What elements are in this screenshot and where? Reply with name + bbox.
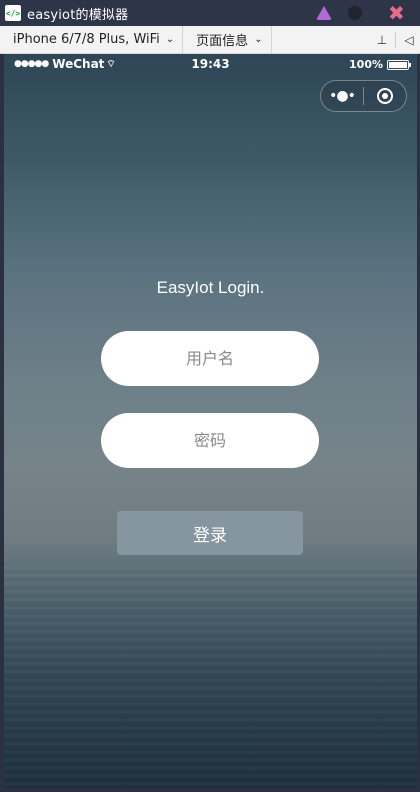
window-title-bar: </> easyiot的模拟器 ✖: [0, 0, 420, 26]
close-icon[interactable]: ✖: [388, 1, 405, 25]
window-title: easyiot的模拟器: [27, 7, 129, 23]
device-select-label: iPhone 6/7/8 Plus, WiFi: [13, 32, 160, 47]
device-select[interactable]: iPhone 6/7/8 Plus, WiFi ⌄: [0, 25, 184, 54]
status-bar-right: 100%: [349, 58, 411, 71]
battery-fill: [389, 61, 407, 68]
triangle-icon[interactable]: [316, 6, 332, 20]
window-bottom-border: [0, 788, 420, 792]
battery-percent: 100%: [349, 58, 383, 71]
status-bar: ●●●●● WeChat ⌔ 19:43 100%: [4, 54, 417, 76]
page-info-label: 页面信息: [196, 34, 249, 49]
toolbar-icons: ⊥ ◁: [371, 26, 420, 54]
target-dot: [382, 93, 388, 99]
more-dots-icon[interactable]: •●•: [321, 81, 363, 111]
page-info-select[interactable]: 页面信息 ⌄: [183, 25, 272, 54]
miniprogram-capsule: •●•: [320, 80, 407, 112]
capsule-close-button[interactable]: [364, 81, 406, 111]
battery-icon: [387, 59, 411, 70]
app-code-icon: </>: [5, 5, 21, 21]
minimize-dot-icon[interactable]: [348, 6, 362, 20]
pin-icon[interactable]: ⊥: [371, 26, 393, 54]
speaker-icon[interactable]: ◁: [398, 26, 420, 54]
target-icon: [377, 88, 393, 104]
chevron-down-icon: ⌄: [254, 34, 263, 45]
login-title: EasyIot Login.: [156, 278, 265, 297]
phone-screen: ●●●●● WeChat ⌔ 19:43 100% •●• EasyIot Lo…: [4, 54, 417, 788]
simulator-toolbar: iPhone 6/7/8 Plus, WiFi ⌄ 页面信息 ⌄ ⊥ ◁: [0, 25, 420, 54]
password-input[interactable]: [101, 413, 319, 468]
toolbar-divider: [395, 32, 396, 48]
login-button[interactable]: 登录: [117, 511, 303, 555]
chevron-down-icon: ⌄: [165, 34, 175, 45]
username-input[interactable]: [101, 331, 319, 386]
